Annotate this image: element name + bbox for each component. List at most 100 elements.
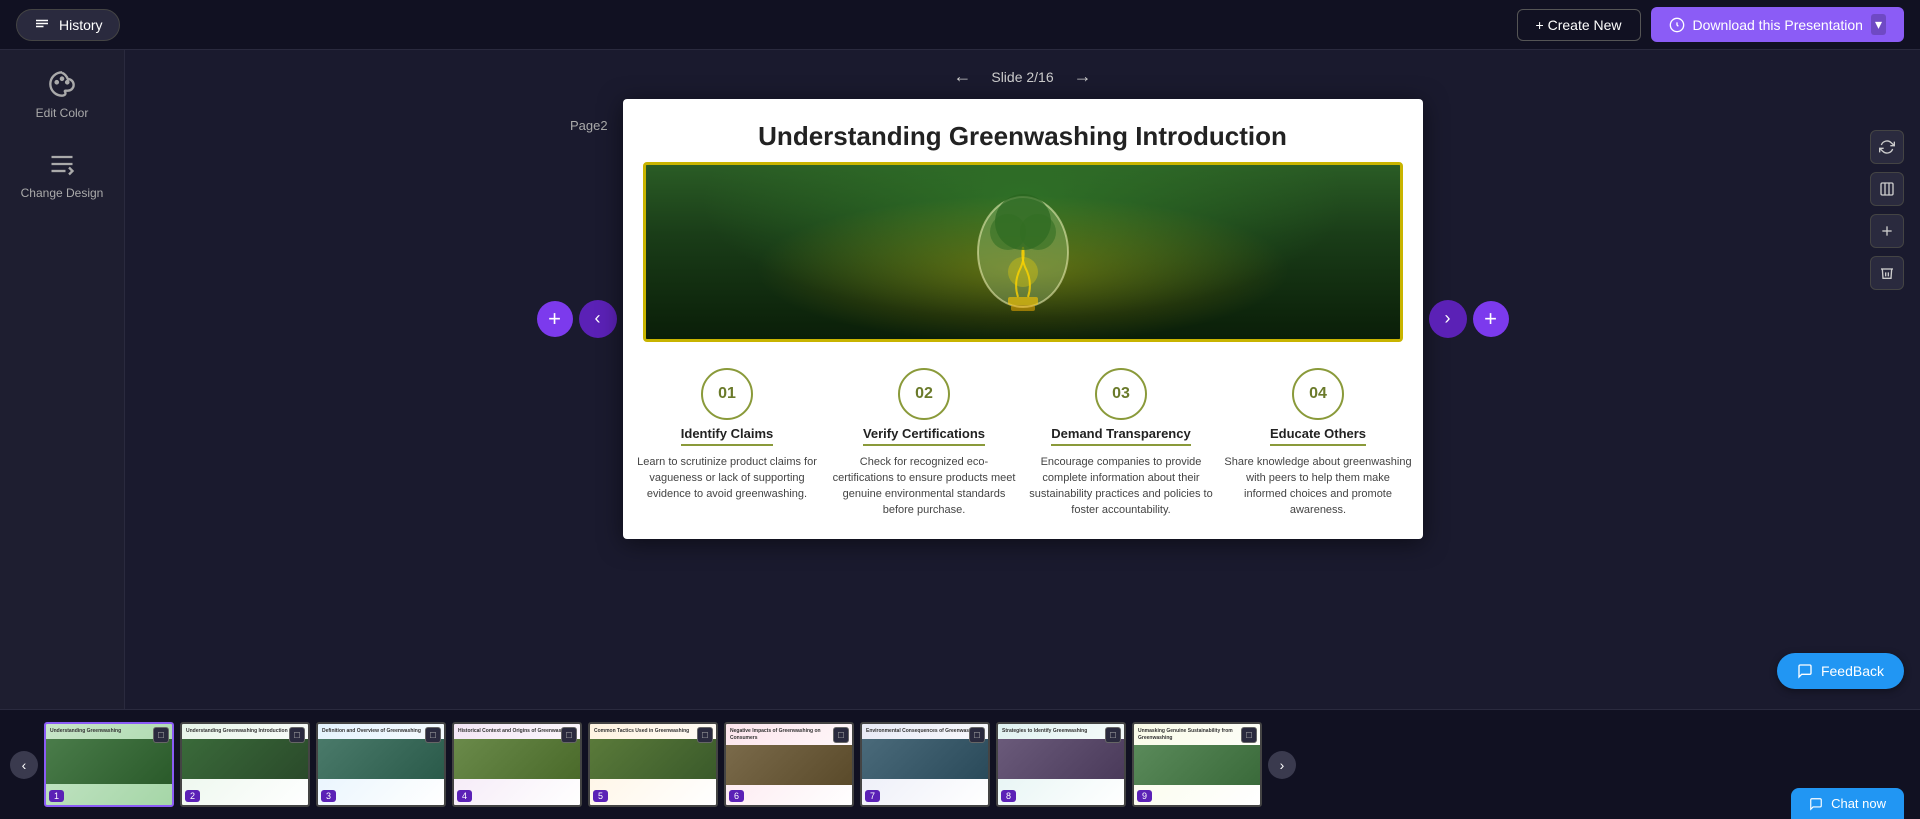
- topbar-left: History: [16, 9, 120, 41]
- delete-toolbar-button[interactable]: [1870, 256, 1904, 290]
- thumb-select-1[interactable]: ☐: [153, 727, 169, 743]
- thumb-img-2: [182, 739, 308, 779]
- edit-color-label: Edit Color: [36, 106, 89, 120]
- thumb-badge-5: 5: [593, 790, 608, 802]
- slide-image-container: [643, 162, 1403, 342]
- trash-icon: [1879, 265, 1895, 281]
- create-new-button[interactable]: + Create New: [1517, 9, 1641, 41]
- point-number-4: 04: [1292, 368, 1344, 420]
- thumb-select-6[interactable]: ☐: [833, 727, 849, 743]
- thumb-badge-3: 3: [321, 790, 336, 802]
- feedback-icon: [1797, 663, 1813, 679]
- thumb-select-7[interactable]: ☐: [969, 727, 985, 743]
- slide-wrapper: + ‹ Understanding Greenwashing Introduct…: [537, 99, 1509, 539]
- add-toolbar-button[interactable]: [1870, 214, 1904, 248]
- point-desc-4: Share knowledge about greenwashing with …: [1224, 455, 1413, 519]
- thumb-item-1[interactable]: Understanding Greenwashing 1 ☐: [44, 722, 174, 807]
- history-button[interactable]: History: [16, 9, 120, 41]
- thumb-select-8[interactable]: ☐: [1105, 727, 1121, 743]
- thumb-badge-7: 7: [865, 790, 880, 802]
- chevron-down-icon: ▾: [1871, 14, 1886, 35]
- thumb-item-9[interactable]: Unmasking Genuine Sustainability from Gr…: [1132, 722, 1262, 807]
- next-slide-arrow[interactable]: →: [1066, 62, 1100, 91]
- point-number-3: 03: [1095, 368, 1147, 420]
- create-new-label: + Create New: [1536, 17, 1622, 33]
- point-item-2: 02 Verify Certifications Check for recog…: [830, 368, 1019, 519]
- bulb-tree-illustration: [953, 167, 1093, 337]
- thumb-item-4[interactable]: Historical Context and Origins of Greenw…: [452, 722, 582, 807]
- point-title-3: Demand Transparency: [1051, 426, 1190, 446]
- prev-slide-arrow[interactable]: ←: [945, 62, 979, 91]
- point-title-4: Educate Others: [1270, 426, 1366, 446]
- thumb-img-5: [590, 739, 716, 779]
- thumb-item-7[interactable]: Environmental Consequences of Greenwashi…: [860, 722, 990, 807]
- refresh-icon: [1879, 139, 1895, 155]
- points-section: 01 Identify Claims Learn to scrutinize p…: [623, 352, 1423, 539]
- point-title-2: Verify Certifications: [863, 426, 985, 446]
- topbar: History + Create New Download this Prese…: [0, 0, 1920, 50]
- chat-icon: [1809, 797, 1823, 811]
- point-desc-1: Learn to scrutinize product claims for v…: [633, 455, 822, 503]
- resize-icon: [1879, 181, 1895, 197]
- right-toolbar: [1870, 130, 1904, 290]
- point-number-1: 01: [701, 368, 753, 420]
- chat-now-button[interactable]: Chat now: [1791, 788, 1904, 819]
- slide-area: Page2 ← Slide 2/16 → + ‹ Understanding G…: [125, 50, 1920, 709]
- sidebar-item-edit-color[interactable]: Edit Color: [36, 70, 89, 120]
- left-sidebar: Edit Color Change Design: [0, 50, 125, 709]
- point-item-4: 04 Educate Others Share knowledge about …: [1224, 368, 1413, 519]
- slide-next-button[interactable]: ›: [1429, 300, 1467, 338]
- feedback-button[interactable]: FeedBack: [1777, 653, 1904, 689]
- point-desc-3: Encourage companies to provide complete …: [1027, 455, 1216, 519]
- point-item-3: 03 Demand Transparency Encourage compani…: [1027, 368, 1216, 519]
- thumb-img-3: [318, 739, 444, 779]
- sidebar-item-change-design[interactable]: Change Design: [21, 150, 104, 200]
- point-number-2: 02: [898, 368, 950, 420]
- thumb-badge-2: 2: [185, 790, 200, 802]
- thumb-item-8[interactable]: Strategies to Identify Greenwashing 8 ☐: [996, 722, 1126, 807]
- download-button[interactable]: Download this Presentation ▾: [1651, 7, 1904, 42]
- thumb-img-9: [1134, 745, 1260, 785]
- download-label: Download this Presentation: [1693, 17, 1863, 33]
- thumb-next-button[interactable]: ›: [1268, 751, 1296, 779]
- change-design-label: Change Design: [21, 186, 104, 200]
- thumb-badge-4: 4: [457, 790, 472, 802]
- thumb-select-9[interactable]: ☐: [1241, 727, 1257, 743]
- thumb-item-2[interactable]: Understanding Greenwashing Introduction …: [180, 722, 310, 807]
- thumb-prev-button[interactable]: ‹: [10, 751, 38, 779]
- thumb-badge-8: 8: [1001, 790, 1016, 802]
- slide-nav-info: ← Slide 2/16 →: [945, 62, 1099, 91]
- color-icon: [48, 70, 76, 98]
- thumb-img-1: [46, 739, 172, 784]
- thumb-img-6: [726, 745, 852, 785]
- resize-toolbar-button[interactable]: [1870, 172, 1904, 206]
- thumb-item-5[interactable]: Common Tactics Used in Greenwashing 5 ☐: [588, 722, 718, 807]
- slide-title: Understanding Greenwashing Introduction: [623, 99, 1423, 162]
- history-label: History: [59, 17, 103, 33]
- thumb-badge-9: 9: [1137, 790, 1152, 802]
- refresh-toolbar-button[interactable]: [1870, 130, 1904, 164]
- slide-canvas: Understanding Greenwashing Introduction: [623, 99, 1423, 539]
- add-slide-right-button[interactable]: +: [1473, 301, 1509, 337]
- thumb-item-3[interactable]: Definition and Overview of Greenwashing …: [316, 722, 446, 807]
- feedback-label: FeedBack: [1821, 663, 1884, 679]
- add-slide-left-button[interactable]: +: [537, 301, 573, 337]
- design-icon: [48, 150, 76, 178]
- history-icon: [33, 16, 51, 34]
- point-title-1: Identify Claims: [681, 426, 773, 446]
- main-area: Edit Color Change Design Page2 ← Slide 2…: [0, 50, 1920, 709]
- download-icon: [1669, 17, 1685, 33]
- slide-nav-label: Slide 2/16: [991, 69, 1053, 85]
- thumb-select-3[interactable]: ☐: [425, 727, 441, 743]
- thumb-item-6[interactable]: Negative Impacts of Greenwashing on Cons…: [724, 722, 854, 807]
- point-desc-2: Check for recognized eco-certifications …: [830, 455, 1019, 519]
- chat-now-label: Chat now: [1831, 796, 1886, 811]
- thumb-select-4[interactable]: ☐: [561, 727, 577, 743]
- topbar-right: + Create New Download this Presentation …: [1517, 7, 1904, 42]
- thumb-select-2[interactable]: ☐: [289, 727, 305, 743]
- thumb-img-8: [998, 739, 1124, 779]
- plus-icon: [1879, 223, 1895, 239]
- thumb-select-5[interactable]: ☐: [697, 727, 713, 743]
- point-item-1: 01 Identify Claims Learn to scrutinize p…: [633, 368, 822, 519]
- slide-prev-button[interactable]: ‹: [579, 300, 617, 338]
